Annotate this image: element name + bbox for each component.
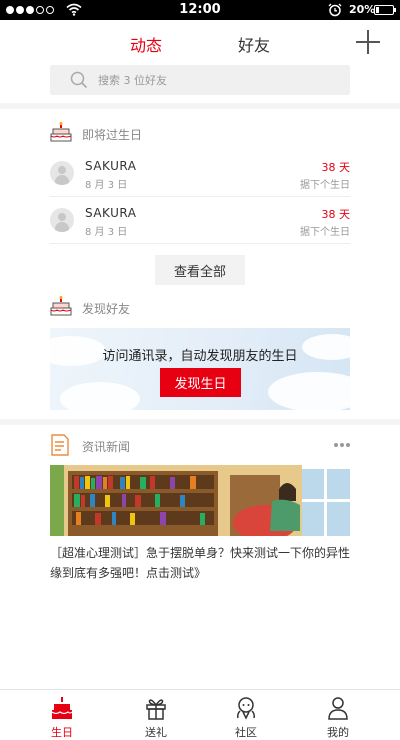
tabbar-item-gift[interactable]: 送礼 — [106, 690, 206, 740]
tabbar-label: 生日 — [51, 726, 73, 739]
news-title: 资讯新闻 — [82, 440, 131, 454]
divider — [0, 419, 400, 425]
gift-icon — [146, 699, 166, 720]
top-nav: 动态 好友 — [0, 20, 400, 64]
news-illustration — [50, 465, 350, 536]
divider — [0, 103, 400, 109]
tab-dynamic[interactable]: 动态 — [130, 32, 162, 56]
upcoming-title: 即将过生日 — [82, 128, 143, 142]
cake-icon — [50, 122, 72, 142]
discover-text: 访问通讯录，自动发现朋友的生日 — [102, 349, 298, 364]
news-header: 资讯新闻 — [50, 434, 350, 456]
plus-icon[interactable] — [356, 30, 380, 54]
battery-percent: 20% — [349, 3, 376, 16]
friend-name: SAKURA — [85, 206, 137, 220]
discover-title: 发现好友 — [82, 302, 131, 316]
tab-friends[interactable]: 好友 — [238, 32, 270, 56]
friend-name: SAKURA — [85, 159, 137, 173]
tabbar-item-community[interactable]: 社区 — [196, 690, 296, 740]
news-article-text[interactable]: ［超准心理测试］急于摆脱单身？快来测试一下你的异性缘到底有多强吧！点击测试》 — [50, 543, 350, 583]
view-all-button[interactable]: 查看全部 — [155, 255, 245, 285]
days-left-note: 据下个生日 — [300, 180, 350, 191]
alarm-icon — [328, 3, 342, 17]
search-placeholder: 搜索 3 位好友 — [98, 74, 167, 87]
tabbar-label: 社区 — [235, 726, 257, 739]
friend-date: 8 月 3 日 — [85, 180, 128, 191]
cloud-decoration — [60, 382, 140, 410]
status-bar: 12:00 20% — [0, 0, 400, 20]
cloud-decoration — [268, 372, 350, 410]
days-left-note: 据下个生日 — [300, 227, 350, 238]
community-icon — [237, 697, 255, 720]
search-icon — [70, 71, 88, 89]
search-input[interactable]: 搜索 3 位好友 — [50, 65, 350, 95]
battery-icon — [374, 5, 396, 15]
friend-date: 8 月 3 日 — [85, 227, 128, 238]
more-dots-icon[interactable] — [334, 443, 350, 447]
cake-icon — [50, 296, 72, 316]
discover-banner: 访问通讯录，自动发现朋友的生日 发现生日 — [50, 328, 350, 410]
friend-row[interactable]: SAKURA 8 月 3 日 38 天 据下个生日 — [50, 151, 350, 197]
avatar — [50, 208, 74, 232]
news-icon — [51, 434, 69, 456]
days-left: 38 天 — [321, 161, 351, 174]
bottom-tab-bar: 生日 送礼 社区 我的 — [0, 689, 400, 740]
avatar — [50, 161, 74, 185]
tabbar-label: 送礼 — [145, 726, 167, 739]
tabbar-item-profile[interactable]: 我的 — [288, 690, 388, 740]
tabbar-item-birthday[interactable]: 生日 — [12, 690, 112, 740]
friend-row[interactable]: SAKURA 8 月 3 日 38 天 据下个生日 — [50, 198, 350, 244]
news-image[interactable] — [50, 465, 350, 536]
tabbar-label: 我的 — [327, 726, 349, 739]
discover-birthday-button[interactable]: 发现生日 — [160, 368, 241, 397]
days-left: 38 天 — [321, 208, 351, 221]
profile-icon — [328, 697, 348, 720]
birthday-cake-icon — [51, 697, 73, 719]
